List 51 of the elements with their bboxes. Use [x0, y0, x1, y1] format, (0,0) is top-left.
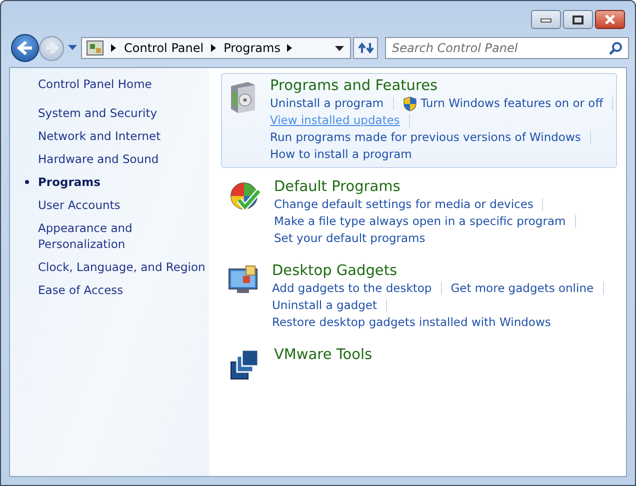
section-title[interactable]: Desktop Gadgets	[272, 262, 613, 280]
back-button[interactable]	[11, 34, 39, 62]
task-link[interactable]: Turn Windows features on or off	[420, 95, 604, 112]
task-link[interactable]: How to install a program	[270, 146, 412, 163]
close-button[interactable]	[595, 10, 625, 29]
sidebar-item[interactable]: User Accounts	[24, 197, 209, 213]
sidebar-item[interactable]: Appearance and Personalization	[24, 220, 209, 252]
overlapping-squares-icon	[230, 349, 260, 381]
sidebar-item[interactable]: Ease of Access	[24, 282, 209, 298]
address-bar[interactable]: Control Panel Programs	[81, 37, 351, 59]
task-link[interactable]: Make a file type always open in a specific program	[274, 213, 566, 230]
refresh-icon	[358, 41, 374, 55]
search-icon	[609, 41, 623, 55]
chevron-icon	[287, 44, 294, 52]
sidebar-item[interactable]: Hardware and Sound	[24, 151, 209, 167]
maximize-icon	[572, 14, 584, 24]
task-link[interactable]: Add gadgets to the desktop	[272, 280, 432, 297]
caret-icon	[68, 45, 77, 51]
shield-icon	[402, 96, 417, 112]
task-link[interactable]: Set your default programs	[274, 230, 426, 247]
chevron-icon	[111, 44, 117, 52]
maximize-button[interactable]	[563, 10, 593, 29]
search-field[interactable]: Search Control Panel	[385, 37, 629, 59]
sidebar-item[interactable]: Clock, Language, and Region	[24, 259, 209, 275]
minimize-button[interactable]	[531, 10, 561, 29]
task-link[interactable]: Uninstall a program	[270, 95, 384, 112]
monitor-icon	[228, 265, 260, 295]
close-icon	[603, 14, 617, 25]
software-box-icon	[228, 80, 258, 114]
section-title[interactable]: Programs and Features	[270, 77, 622, 95]
sidebar-item[interactable]: Programs	[24, 174, 209, 190]
dropdown-arrow-icon[interactable]	[335, 46, 344, 50]
task-link[interactable]: Uninstall a gadget	[272, 297, 378, 314]
minimize-icon	[540, 16, 552, 22]
control-panel-icon	[86, 40, 104, 56]
checkmark-globe-icon	[229, 181, 261, 213]
task-link[interactable]: Restore desktop gadgets installed with Windows	[272, 314, 551, 331]
chevron-icon	[210, 44, 217, 52]
task-link[interactable]: Run programs made for previous versions of Windows	[270, 129, 581, 146]
back-arrow-icon	[17, 41, 33, 55]
breadcrumb[interactable]: Programs	[224, 41, 280, 55]
sidebar-item[interactable]: System and Security	[24, 105, 209, 121]
sidebar-link[interactable]: Control Panel Home	[38, 77, 209, 91]
breadcrumb[interactable]: Control Panel	[124, 41, 204, 55]
refresh-button[interactable]	[353, 37, 378, 59]
forward-arrow-icon	[44, 42, 58, 54]
section-title[interactable]: VMware Tools	[274, 346, 372, 364]
section-title[interactable]: Default Programs	[274, 178, 585, 196]
task-link[interactable]: Get more gadgets online	[450, 280, 594, 297]
task-link[interactable]: Change default settings for media or devices	[274, 196, 534, 213]
sidebar-item[interactable]: Network and Internet	[24, 128, 209, 144]
